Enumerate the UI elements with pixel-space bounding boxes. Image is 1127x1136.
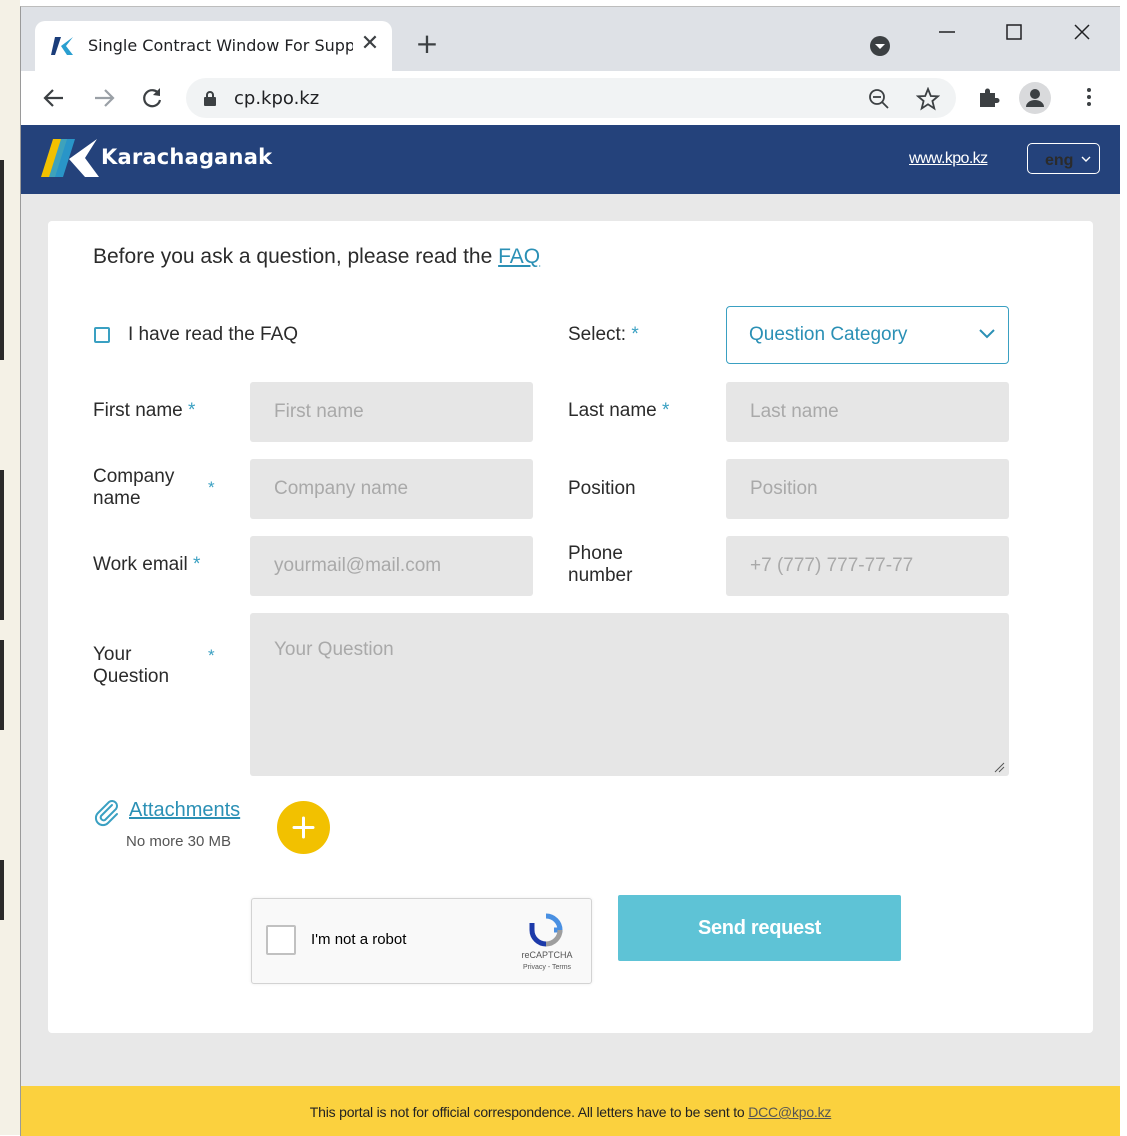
browser-window: Single Contract Window For Supp ✕ + cp.k…: [20, 6, 1120, 1136]
url-text: cp.kpo.kz: [234, 88, 320, 109]
plus-icon: [292, 816, 315, 839]
company-name-input[interactable]: [250, 459, 533, 519]
omnibox[interactable]: cp.kpo.kz: [186, 78, 956, 118]
zoom-out-icon[interactable]: [868, 88, 890, 110]
browser-tab[interactable]: Single Contract Window For Supp ✕: [35, 21, 392, 71]
last-name-label: Last name *: [568, 400, 670, 421]
resize-grip-icon[interactable]: [993, 761, 1005, 773]
back-arrow-icon[interactable]: [41, 85, 67, 111]
language-select[interactable]: eng: [1027, 143, 1100, 174]
minimize-icon[interactable]: [927, 17, 967, 47]
media-control-icon[interactable]: [869, 35, 891, 57]
karachaganak-logo-icon[interactable]: [41, 139, 101, 179]
reload-icon[interactable]: [139, 85, 165, 111]
question-category-value: Question Category: [749, 324, 908, 345]
tab-close-icon[interactable]: ✕: [359, 33, 381, 55]
karachaganak-favicon-icon: [51, 37, 73, 55]
tab-bar: Single Contract Window For Supp ✕ +: [21, 7, 1120, 71]
tab-title: Single Contract Window For Supp: [88, 36, 353, 55]
add-attachment-button[interactable]: [277, 801, 330, 854]
lock-icon: [204, 91, 216, 106]
chevron-down-icon: [979, 329, 995, 339]
paperclip-icon: [94, 800, 118, 827]
send-request-button[interactable]: Send request: [618, 895, 901, 961]
your-question-textarea[interactable]: [250, 613, 1009, 776]
question-form-card: Before you ask a question, please read t…: [48, 221, 1093, 1033]
brand-name[interactable]: Karachaganak: [101, 145, 272, 169]
phone-number-label: Phone number: [568, 543, 633, 586]
intro-text: Before you ask a question, please read t…: [93, 245, 499, 268]
address-bar-row: cp.kpo.kz: [21, 71, 1120, 126]
last-name-input[interactable]: [726, 382, 1009, 442]
faq-read-checkbox[interactable]: [94, 327, 110, 343]
attachments-link[interactable]: Attachments: [129, 799, 240, 822]
work-email-input[interactable]: [250, 536, 533, 596]
window-close-icon[interactable]: [1062, 17, 1102, 47]
attachments-size-hint: No more 30 MB: [126, 833, 232, 850]
first-name-label: First name *: [93, 400, 196, 421]
faq-read-label: I have read the FAQ: [128, 324, 299, 345]
recaptcha-checkbox[interactable]: [266, 925, 296, 955]
recaptcha-widget: I'm not a robot reCAPTCHA Privacy - Term…: [251, 898, 592, 984]
bookmark-star-icon[interactable]: [916, 87, 940, 111]
forward-arrow-icon[interactable]: [91, 85, 117, 111]
company-name-label: Company name: [93, 466, 175, 509]
browser-menu-icon[interactable]: [1077, 85, 1101, 109]
question-required-mark: *: [208, 646, 215, 665]
recaptcha-logo-icon: [529, 913, 563, 947]
chevron-down-icon: [1081, 156, 1091, 162]
faq-intro: Before you ask a question, please read t…: [93, 245, 540, 269]
maximize-icon[interactable]: [994, 17, 1034, 47]
position-label: Position: [568, 478, 636, 499]
footer-notice: This portal is not for official correspo…: [21, 1104, 1120, 1120]
your-question-label: Your Question: [93, 644, 170, 687]
work-email-label: Work email *: [93, 554, 201, 575]
position-input[interactable]: [726, 459, 1009, 519]
footer-notice-bar: This portal is not for official correspo…: [21, 1086, 1120, 1136]
recaptcha-label: I'm not a robot: [311, 931, 407, 948]
question-category-select[interactable]: Question Category: [726, 306, 1009, 364]
recaptcha-terms[interactable]: Privacy - Terms: [514, 964, 580, 971]
profile-avatar-icon[interactable]: [1019, 82, 1051, 114]
footer-notice-text: This portal is not for official correspo…: [309, 1104, 749, 1120]
background-strip: [0, 0, 20, 1135]
new-tab-icon[interactable]: +: [413, 30, 441, 59]
extensions-puzzle-icon[interactable]: [977, 85, 1001, 109]
company-required-mark: *: [208, 478, 215, 497]
footer-email-link[interactable]: DCC@kpo.kz: [748, 1104, 831, 1120]
faq-link[interactable]: FAQ: [498, 245, 540, 268]
recaptcha-brand: reCAPTCHA: [521, 950, 573, 960]
phone-number-input[interactable]: [726, 536, 1009, 596]
select-label: Select: *: [568, 324, 639, 345]
first-name-input[interactable]: [250, 382, 533, 442]
site-link[interactable]: www.kpo.kz: [909, 150, 988, 168]
site-header: Karachaganak www.kpo.kz eng: [21, 125, 1120, 194]
language-value: eng: [1045, 152, 1074, 169]
